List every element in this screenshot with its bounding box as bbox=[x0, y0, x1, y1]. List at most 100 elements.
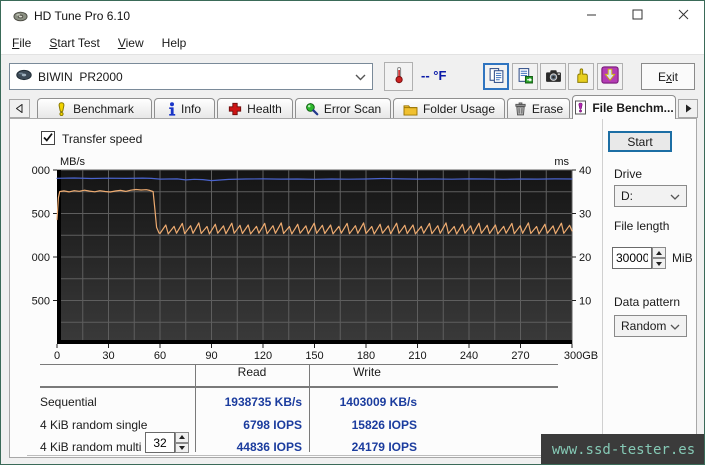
drive-dropdown[interactable]: D: bbox=[614, 185, 687, 207]
exit-button[interactable]: Exit bbox=[641, 63, 695, 90]
save-results-button[interactable] bbox=[597, 63, 623, 90]
toolbar: BIWIN PR2000 -- °F Exit bbox=[1, 54, 704, 95]
app-disk-icon bbox=[13, 9, 28, 27]
copy-report-icon bbox=[517, 67, 534, 87]
tab-strip: Benchmark Info Health Error Scan Folder … bbox=[1, 95, 704, 119]
tab-label: Folder Usage bbox=[422, 102, 496, 116]
page-bottom-rule bbox=[27, 455, 590, 456]
maximize-button[interactable] bbox=[614, 1, 660, 31]
svg-text:300GB: 300GB bbox=[564, 350, 598, 362]
write-column-header: Write bbox=[353, 365, 381, 379]
drive-value: D: bbox=[621, 189, 633, 203]
close-button[interactable] bbox=[660, 1, 704, 31]
file-length-label: File length bbox=[614, 219, 670, 233]
spin-down-button[interactable] bbox=[652, 258, 666, 269]
tab-erase[interactable]: Erase bbox=[507, 98, 570, 119]
random-multi-write-value: 24179 IOPS bbox=[351, 440, 417, 454]
maximize-icon bbox=[632, 9, 643, 23]
row-label-random-single: 4 KiB random single bbox=[40, 418, 148, 432]
svg-text:120: 120 bbox=[254, 350, 272, 362]
svg-text:180: 180 bbox=[357, 350, 375, 362]
temperature-button[interactable] bbox=[384, 62, 413, 91]
tab-benchmark[interactable]: Benchmark bbox=[37, 98, 152, 119]
file-benchmark-page: Transfer speed 0 30 60 90 120 150 180 210 240 270… bbox=[9, 118, 697, 458]
folder-usage-icon bbox=[403, 103, 418, 116]
start-button[interactable]: Start bbox=[608, 131, 672, 152]
svg-text:20: 20 bbox=[579, 252, 591, 264]
disk-icon bbox=[16, 69, 32, 84]
title-bar: HD Tune Pro 6.10 bbox=[1, 1, 704, 31]
tab-health[interactable]: Health bbox=[217, 98, 293, 119]
chevron-down-icon bbox=[670, 189, 680, 203]
read-column-header: Read bbox=[237, 365, 267, 379]
triangle-up-icon bbox=[656, 250, 662, 255]
random-multi-read-value: 44836 IOPS bbox=[236, 440, 302, 454]
tab-info[interactable]: Info bbox=[154, 98, 215, 119]
panel-divider bbox=[602, 119, 603, 457]
svg-text:150: 150 bbox=[305, 350, 323, 362]
arrow-left-icon bbox=[15, 102, 23, 116]
svg-text:30: 30 bbox=[579, 209, 591, 221]
svg-text:1000: 1000 bbox=[32, 252, 50, 264]
sequential-write-value: 1403009 KB/s bbox=[339, 395, 417, 409]
data-pattern-dropdown[interactable]: Random bbox=[614, 315, 687, 337]
minimize-button[interactable] bbox=[568, 1, 614, 31]
tab-label: Benchmark bbox=[73, 102, 134, 116]
tab-folder-usage[interactable]: Folder Usage bbox=[393, 98, 505, 119]
chevron-down-icon bbox=[355, 70, 366, 84]
file-benchmark-icon bbox=[574, 100, 587, 115]
watermark: www.ssd-tester.es bbox=[541, 434, 704, 464]
queue-depth-input[interactable] bbox=[145, 432, 175, 453]
error-scan-icon bbox=[305, 102, 319, 116]
temperature-readout: -- °F bbox=[421, 68, 447, 83]
tab-label: Health bbox=[247, 102, 282, 116]
menu-bar: File Start Test View Help bbox=[1, 31, 704, 54]
spin-up-button[interactable] bbox=[175, 432, 189, 443]
donate-button[interactable] bbox=[568, 63, 594, 90]
tab-error-scan[interactable]: Error Scan bbox=[295, 98, 391, 119]
drive-selector-combobox[interactable]: BIWIN PR2000 bbox=[9, 63, 373, 90]
hand-icon bbox=[573, 67, 590, 87]
transfer-speed-checkbox[interactable] bbox=[41, 131, 55, 145]
spin-up-button[interactable] bbox=[652, 247, 666, 258]
tab-label: File Benchm... bbox=[592, 100, 674, 115]
svg-text:40: 40 bbox=[579, 165, 591, 177]
data-pattern-label: Data pattern bbox=[614, 295, 681, 309]
erase-icon bbox=[514, 102, 527, 116]
menu-start-test[interactable]: Start Test bbox=[40, 33, 108, 53]
svg-text:0: 0 bbox=[54, 350, 60, 362]
svg-text:500: 500 bbox=[32, 296, 50, 308]
app-window: HD Tune Pro 6.10 File Start Test View He… bbox=[0, 0, 705, 465]
copy-icon bbox=[488, 67, 505, 87]
random-single-write-value: 15826 IOPS bbox=[351, 418, 417, 432]
triangle-up-icon bbox=[179, 435, 185, 440]
info-icon bbox=[168, 102, 176, 116]
window-title: HD Tune Pro 6.10 bbox=[34, 9, 131, 23]
menu-view[interactable]: View bbox=[109, 33, 153, 53]
row-label-sequential: Sequential bbox=[40, 395, 97, 409]
menu-file[interactable]: File bbox=[3, 33, 40, 53]
tab-file-benchmark[interactable]: File Benchm... bbox=[572, 95, 676, 119]
file-length-unit: MiB bbox=[672, 251, 693, 265]
health-icon bbox=[228, 102, 242, 116]
svg-text:60: 60 bbox=[154, 350, 166, 362]
benchmark-icon bbox=[55, 102, 68, 116]
file-length-input[interactable] bbox=[612, 247, 652, 269]
drive-selector-value: BIWIN PR2000 bbox=[38, 69, 123, 84]
download-icon bbox=[601, 66, 619, 87]
checkmark-icon bbox=[42, 131, 54, 146]
tab-label: Info bbox=[180, 102, 201, 116]
menu-help[interactable]: Help bbox=[153, 33, 196, 53]
svg-text:90: 90 bbox=[205, 350, 217, 362]
screenshot-button[interactable] bbox=[540, 63, 566, 90]
copy-report-button[interactable] bbox=[512, 63, 538, 90]
tab-scroll-left-button[interactable] bbox=[9, 99, 30, 118]
thermometer-icon bbox=[391, 66, 407, 87]
camera-icon bbox=[545, 67, 562, 87]
copy-to-clipboard-button[interactable] bbox=[483, 63, 509, 90]
tab-scroll-right-button[interactable] bbox=[678, 99, 698, 118]
table-header-rule bbox=[40, 386, 558, 388]
arrow-right-icon bbox=[685, 102, 692, 116]
spin-down-button[interactable] bbox=[175, 442, 189, 453]
svg-text:10: 10 bbox=[579, 296, 591, 308]
